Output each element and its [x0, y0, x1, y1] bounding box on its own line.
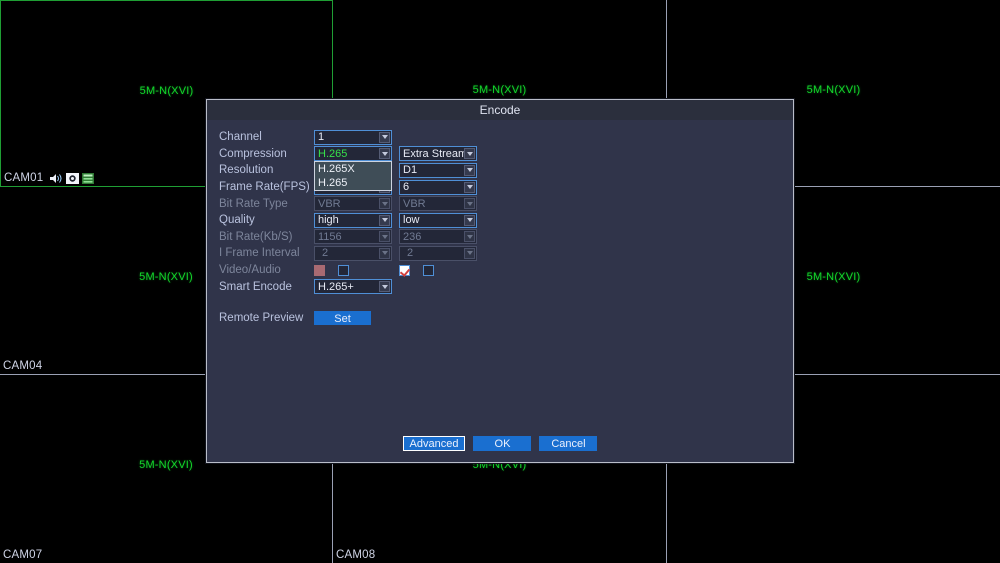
camera-name-text: CAM04 — [3, 360, 43, 372]
camera-name-overlay: CAM04 — [3, 360, 42, 372]
compression-select[interactable]: H.265 — [314, 146, 392, 162]
chevron-down-icon[interactable] — [464, 181, 475, 193]
bitrate-select-main-value: 1156 — [318, 230, 342, 243]
label-bit-rate-type: Bit Rate Type — [219, 197, 288, 210]
smart-encode-select[interactable]: H.265+ — [314, 279, 392, 295]
chevron-down-icon — [379, 247, 390, 259]
remote-preview-set-button[interactable]: Set — [314, 311, 371, 326]
bitrate-select-extra: 236 — [399, 229, 477, 245]
form-row-compression: Compression H.265 H.265X H.265 Extra Str… — [219, 146, 484, 192]
chevron-down-icon — [464, 247, 475, 259]
encode-form: Channel 1 Compression H.265 H.265X H.265… — [219, 129, 484, 327]
resolution-label: 5M-N(XVI) — [139, 85, 194, 97]
chevron-down-icon[interactable] — [464, 164, 475, 176]
form-row-quality: Quality high low — [219, 212, 484, 229]
compression-dropdown-list[interactable]: H.265X H.265 — [314, 161, 392, 192]
form-row-remote-preview: Remote Preview Set — [219, 310, 484, 327]
framerate-select-extra[interactable]: 6 — [399, 179, 477, 195]
compression-select-wrapper: H.265 H.265X H.265 — [314, 146, 399, 192]
label-quality: Quality — [219, 214, 255, 227]
label-frame-rate: Frame Rate(FPS) — [219, 181, 310, 194]
resolution-label: 5M-N(XVI) — [806, 84, 861, 96]
bitrate-type-select-extra: VBR — [399, 196, 477, 212]
chevron-down-icon — [464, 231, 475, 243]
record-icon — [66, 172, 80, 184]
quality-select-main-value: high — [318, 214, 339, 227]
audio-checkbox-extra[interactable] — [423, 264, 434, 276]
iframe-select-extra-value: 2 — [407, 247, 414, 260]
chevron-down-icon[interactable] — [464, 214, 475, 226]
chevron-down-icon[interactable] — [379, 281, 390, 293]
playback-icon — [82, 172, 95, 184]
smart-encode-select-value: H.265+ — [318, 280, 354, 293]
camera-name-overlay: CAM01 — [4, 172, 95, 184]
dropdown-option-h265[interactable]: H.265 — [315, 176, 391, 191]
label-bit-rate: Bit Rate(Kb/S) — [219, 230, 293, 243]
form-row-smart-encode: Smart Encode H.265+ — [219, 278, 484, 295]
chevron-down-icon[interactable] — [379, 131, 390, 143]
audio-icon — [50, 173, 62, 183]
channel-select[interactable]: 1 — [314, 129, 392, 145]
label-smart-encode: Smart Encode — [219, 280, 292, 293]
video-audio-main-group — [314, 264, 392, 276]
chevron-down-icon[interactable] — [464, 148, 475, 160]
label-compression: Compression — [219, 147, 287, 160]
label-i-frame-interval: I Frame Interval — [219, 247, 300, 260]
video-checkbox-extra[interactable] — [399, 264, 410, 276]
form-row-video-audio: Video/Audio — [219, 262, 484, 279]
dialog-title: Encode — [207, 100, 793, 120]
form-row-iframe-interval: I Frame Interval 2 2 — [219, 245, 484, 262]
resolution-select-extra-value: D1 — [403, 164, 418, 177]
camera-name-text: CAM01 — [4, 172, 44, 184]
camera-name-text: CAM08 — [336, 549, 376, 561]
advanced-button[interactable]: Advanced — [402, 436, 466, 451]
label-remote-preview: Remote Preview — [219, 312, 304, 325]
chevron-down-icon — [464, 198, 475, 210]
camera-name-overlay: CAM08 — [336, 549, 375, 561]
channel-select-value: 1 — [318, 131, 325, 144]
video-checkbox-main — [314, 264, 325, 276]
quality-select-main[interactable]: high — [314, 212, 392, 228]
resolution-select-extra[interactable]: D1 — [399, 162, 477, 178]
bitrate-type-select-main-value: VBR — [318, 197, 341, 210]
label-channel: Channel — [219, 131, 262, 144]
iframe-select-extra: 2 — [399, 245, 477, 261]
quality-select-extra[interactable]: low — [399, 212, 477, 228]
form-row-channel: Channel 1 — [219, 129, 484, 146]
status-icon-group — [50, 172, 95, 184]
compression-select-value: H.265 — [318, 147, 348, 160]
form-row-bitrate-type: Bit Rate Type VBR VBR — [219, 195, 484, 212]
iframe-select-main-value: 2 — [322, 247, 329, 260]
chevron-down-icon[interactable] — [379, 214, 390, 226]
audio-checkbox-main[interactable] — [338, 264, 349, 276]
encode-dialog: Encode Channel 1 Compression H.265 H.265… — [206, 99, 794, 463]
video-audio-extra-group — [399, 264, 477, 276]
bitrate-type-select-main: VBR — [314, 196, 392, 212]
framerate-select-extra-value: 6 — [403, 181, 410, 194]
chevron-down-icon — [379, 198, 390, 210]
stream-type-select-value: Extra Stream — [403, 147, 468, 160]
ok-button[interactable]: OK — [473, 436, 532, 451]
dialog-footer: Advanced OK Cancel — [207, 436, 793, 451]
dialog-body: Channel 1 Compression H.265 H.265X H.265… — [207, 120, 793, 462]
quality-select-extra-value: low — [403, 214, 420, 227]
form-row-bitrate: Bit Rate(Kb/S) 1156 236 — [219, 229, 484, 246]
chevron-down-icon[interactable] — [379, 148, 390, 160]
bitrate-select-main: 1156 — [314, 229, 392, 245]
dropdown-option-h265x[interactable]: H.265X — [315, 162, 391, 177]
chevron-down-icon — [379, 231, 390, 243]
label-resolution: Resolution — [219, 164, 274, 177]
cancel-button[interactable]: Cancel — [539, 436, 598, 451]
label-video-audio: Video/Audio — [219, 264, 281, 277]
bitrate-select-extra-value: 236 — [403, 230, 422, 243]
iframe-select-main: 2 — [314, 245, 392, 261]
camera-name-overlay: CAM07 — [3, 549, 42, 561]
nvr-live-view-screen: 5M-N(XVI) CAM01 5M-N(XVI) 5M-N(XVI) 5M-N… — [0, 0, 1000, 563]
resolution-label: 5M-N(XVI) — [472, 84, 527, 96]
stream-type-select[interactable]: Extra Stream — [399, 146, 477, 162]
bitrate-type-select-extra-value: VBR — [403, 197, 426, 210]
camera-name-text: CAM07 — [3, 549, 43, 561]
